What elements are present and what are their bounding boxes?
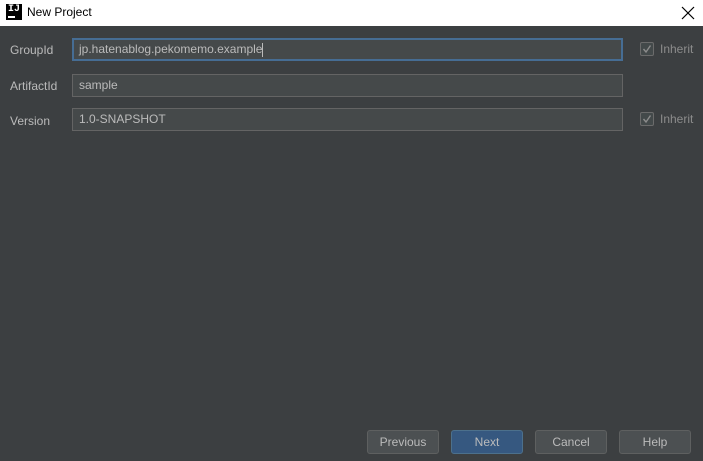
artifact-id-value: sample bbox=[79, 78, 118, 92]
window-title: New Project bbox=[27, 5, 92, 19]
help-button[interactable]: Help bbox=[619, 430, 691, 454]
group-id-value: jp.hatenablog.pekomemo.example bbox=[79, 42, 263, 56]
version-value: 1.0-SNAPSHOT bbox=[79, 112, 166, 126]
artifact-id-input[interactable]: sample bbox=[72, 74, 623, 97]
version-inherit-checkbox[interactable] bbox=[640, 112, 654, 126]
version-input[interactable]: 1.0-SNAPSHOT bbox=[72, 108, 623, 131]
close-icon bbox=[681, 6, 695, 20]
previous-button[interactable]: Previous bbox=[367, 430, 439, 454]
title-bar: IJ New Project bbox=[0, 0, 703, 26]
group-id-inherit-checkbox[interactable] bbox=[640, 42, 654, 56]
intellij-app-icon: IJ bbox=[6, 4, 22, 20]
close-button[interactable] bbox=[673, 0, 703, 26]
group-id-label: GroupId bbox=[10, 43, 54, 57]
group-id-input[interactable]: jp.hatenablog.pekomemo.example bbox=[72, 38, 623, 61]
version-label: Version bbox=[10, 114, 51, 128]
artifact-id-label: ArtifactId bbox=[10, 79, 58, 93]
group-id-inherit-label: Inherit bbox=[660, 42, 694, 56]
checkmark-icon bbox=[642, 45, 652, 54]
cancel-button[interactable]: Cancel bbox=[535, 430, 607, 454]
next-button[interactable]: Next bbox=[451, 430, 523, 454]
text-caret bbox=[262, 42, 264, 57]
checkmark-icon bbox=[642, 115, 652, 124]
version-inherit-label: Inherit bbox=[660, 112, 694, 126]
